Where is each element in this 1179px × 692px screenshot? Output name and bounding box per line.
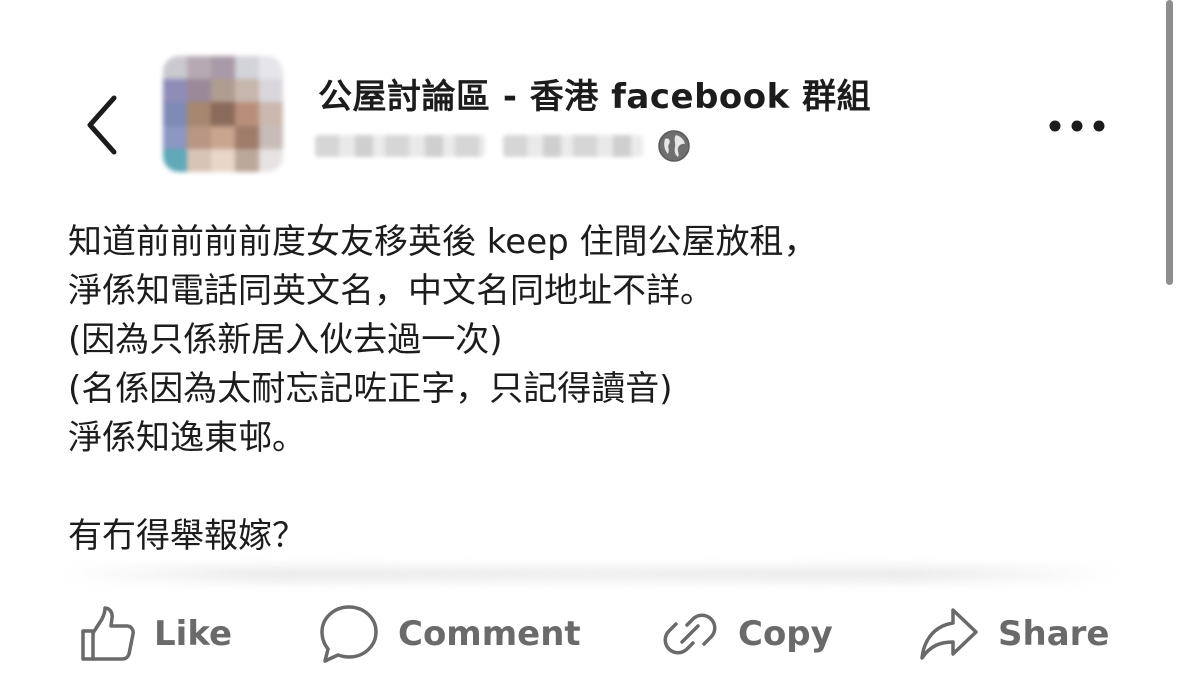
copy-label: Copy <box>738 614 833 654</box>
comment-button[interactable]: Comment <box>318 596 581 672</box>
group-title[interactable]: 公屋討論區 - 香港 facebook 群組 <box>318 69 871 118</box>
post-line: (名係因為太耐忘記咗正字，只記得讀音) <box>68 369 673 409</box>
chevron-left-icon <box>87 95 117 155</box>
scrollbar[interactable] <box>1166 0 1173 285</box>
post-meta <box>315 126 691 166</box>
more-horizontal-icon <box>1049 120 1105 132</box>
thumbs-up-icon <box>81 606 135 661</box>
share-button[interactable]: Share <box>918 596 1109 672</box>
timestamp-blurred <box>503 135 643 157</box>
more-options-button[interactable] <box>1043 108 1111 144</box>
like-button[interactable]: Like <box>78 596 232 672</box>
speech-bubble-icon <box>320 605 378 663</box>
share-label: Share <box>998 614 1110 654</box>
post-screen: 公屋討論區 - 香港 facebook 群組 知道前前前前度女友移英後 keep… <box>0 0 1179 692</box>
post-text: 知道前前前前度女友移英後 keep 住間公屋放租， 淨係知電話同英文名，中文名同… <box>68 218 968 561</box>
copy-link-button[interactable]: Copy <box>660 596 833 672</box>
post-line: (因為只係新居入伙去過一次) <box>68 320 503 360</box>
link-icon <box>663 613 717 655</box>
post-line: 有冇得舉報嫁？ <box>68 516 306 556</box>
author-name-blurred <box>315 135 485 157</box>
post-line: 淨係知逸東邨。 <box>68 418 306 458</box>
share-arrow-icon <box>920 608 978 660</box>
comment-label: Comment <box>398 614 581 654</box>
back-button[interactable] <box>80 92 128 158</box>
blurred-divider <box>60 566 1120 582</box>
avatar[interactable] <box>163 56 283 172</box>
post-action-bar: Like Comment Copy Share <box>0 596 1179 672</box>
post-line: 淨係知電話同英文名，中文名同地址不詳。 <box>68 271 714 311</box>
post-line: 知道前前前前度女友移英後 keep 住間公屋放租， <box>68 222 818 262</box>
globe-icon <box>658 130 690 162</box>
like-label: Like <box>154 614 233 654</box>
post-line-blank <box>68 463 968 512</box>
